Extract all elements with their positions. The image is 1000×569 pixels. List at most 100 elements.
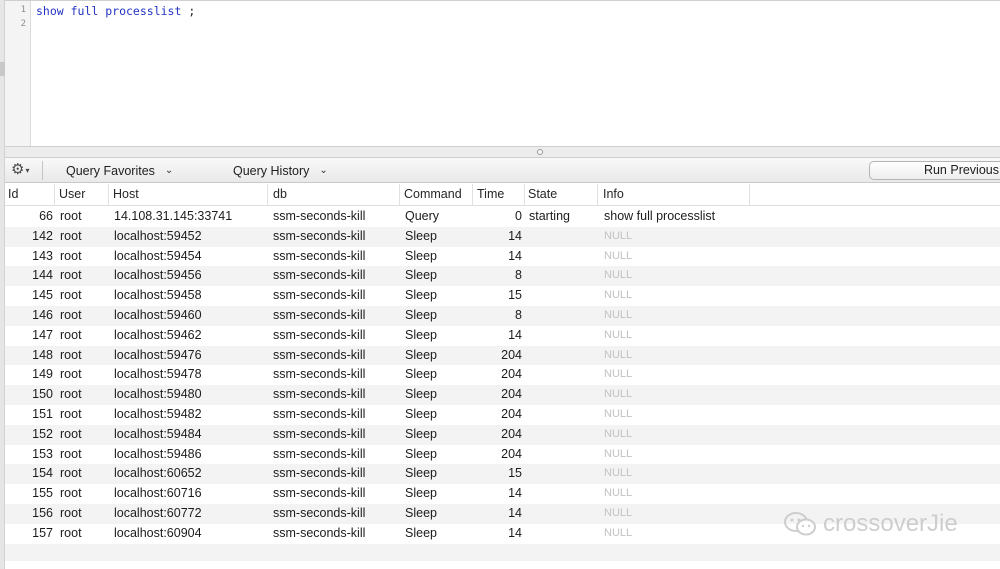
cell-db[interactable]: ssm-seconds-kill [273, 247, 397, 267]
cell-host[interactable]: localhost:59452 [114, 227, 264, 247]
cell-user[interactable]: root [60, 425, 106, 445]
cell-info[interactable]: NULL [604, 484, 750, 504]
table-row[interactable]: 150 root localhost:59480 ssm-seconds-kill Sl… [5, 385, 1000, 405]
cell-db[interactable]: ssm-seconds-kill [273, 286, 397, 306]
cell-time[interactable]: 14 [475, 524, 522, 544]
table-row[interactable]: 149 root localhost:59478 ssm-seconds-kill Sl… [5, 365, 1000, 385]
column-header-db[interactable]: db [273, 187, 287, 201]
cell-host[interactable]: 14.108.31.145:33741 [114, 207, 264, 227]
cell-command[interactable]: Sleep [405, 346, 471, 366]
cell-info[interactable]: NULL [604, 227, 750, 247]
cell-time[interactable]: 204 [475, 385, 522, 405]
column-divider[interactable] [54, 184, 55, 206]
cell-db[interactable]: ssm-seconds-kill [273, 405, 397, 425]
cell-time[interactable]: 14 [475, 484, 522, 504]
cell-time[interactable]: 204 [475, 445, 522, 465]
table-row[interactable]: 147 root localhost:59462 ssm-seconds-kill Sl… [5, 326, 1000, 346]
cell-info[interactable]: NULL [604, 346, 750, 366]
cell-host[interactable]: localhost:59486 [114, 445, 264, 465]
cell-id[interactable]: 143 [5, 247, 53, 267]
cell-host[interactable]: localhost:59482 [114, 405, 264, 425]
split-view-handle[interactable] [5, 146, 1000, 158]
column-divider[interactable] [399, 184, 400, 206]
code-area[interactable]: show full processlist ; [36, 1, 1000, 147]
cell-user[interactable]: root [60, 524, 106, 544]
table-row[interactable]: 153 root localhost:59486 ssm-seconds-kill Sl… [5, 445, 1000, 465]
cell-info[interactable]: NULL [604, 306, 750, 326]
cell-command[interactable]: Query [405, 207, 471, 227]
cell-info[interactable]: NULL [604, 405, 750, 425]
cell-command[interactable]: Sleep [405, 247, 471, 267]
cell-user[interactable]: root [60, 326, 106, 346]
cell-id[interactable]: 144 [5, 266, 53, 286]
cell-time[interactable]: 204 [475, 405, 522, 425]
cell-id[interactable]: 148 [5, 346, 53, 366]
cell-command[interactable]: Sleep [405, 425, 471, 445]
cell-db[interactable]: ssm-seconds-kill [273, 266, 397, 286]
cell-id[interactable]: 153 [5, 445, 53, 465]
cell-db[interactable]: ssm-seconds-kill [273, 504, 397, 524]
cell-id[interactable]: 146 [5, 306, 53, 326]
cell-info[interactable]: NULL [604, 464, 750, 484]
cell-command[interactable]: Sleep [405, 326, 471, 346]
table-row[interactable]: 145 root localhost:59458 ssm-seconds-kill Sl… [5, 286, 1000, 306]
cell-id[interactable]: 156 [5, 504, 53, 524]
cell-user[interactable]: root [60, 227, 106, 247]
cell-info[interactable]: NULL [604, 365, 750, 385]
cell-id[interactable]: 155 [5, 484, 53, 504]
cell-id[interactable]: 66 [5, 207, 53, 227]
cell-user[interactable]: root [60, 484, 106, 504]
cell-user[interactable]: root [60, 464, 106, 484]
table-row[interactable]: 142 root localhost:59452 ssm-seconds-kill Sl… [5, 226, 1000, 247]
cell-host[interactable]: localhost:59462 [114, 326, 264, 346]
cell-time[interactable]: 14 [475, 326, 522, 346]
cell-command[interactable]: Sleep [405, 385, 471, 405]
cell-db[interactable]: ssm-seconds-kill [273, 385, 397, 405]
cell-id[interactable]: 154 [5, 464, 53, 484]
column-divider[interactable] [108, 184, 109, 206]
cell-host[interactable]: localhost:59460 [114, 306, 264, 326]
cell-id[interactable]: 157 [5, 524, 53, 544]
cell-host[interactable]: localhost:60652 [114, 464, 264, 484]
cell-db[interactable]: ssm-seconds-kill [273, 346, 397, 366]
cell-command[interactable]: Sleep [405, 405, 471, 425]
table-row[interactable]: 66 root 14.108.31.145:33741 ssm-seconds-kil… [5, 207, 1000, 227]
cell-command[interactable]: Sleep [405, 445, 471, 465]
column-header-user[interactable]: User [59, 187, 85, 201]
cell-host[interactable]: localhost:59454 [114, 247, 264, 267]
cell-command[interactable]: Sleep [405, 266, 471, 286]
cell-command[interactable]: Sleep [405, 286, 471, 306]
cell-command[interactable]: Sleep [405, 306, 471, 326]
cell-user[interactable]: root [60, 445, 106, 465]
cell-info[interactable]: NULL [604, 266, 750, 286]
cell-host[interactable]: localhost:59458 [114, 286, 264, 306]
cell-id[interactable]: 150 [5, 385, 53, 405]
cell-host[interactable]: localhost:59480 [114, 385, 264, 405]
cell-host[interactable]: localhost:60772 [114, 504, 264, 524]
cell-id[interactable]: 149 [5, 365, 53, 385]
table-row[interactable]: 152 root localhost:59484 ssm-seconds-kill Sl… [5, 424, 1000, 445]
table-row[interactable]: 146 root localhost:59460 ssm-seconds-kill Sl… [5, 305, 1000, 326]
cell-info[interactable]: NULL [604, 504, 750, 524]
cell-host[interactable]: localhost:59456 [114, 266, 264, 286]
column-header-command[interactable]: Command [404, 187, 462, 201]
cell-db[interactable]: ssm-seconds-kill [273, 445, 397, 465]
gear-menu-button[interactable]: ⚙ ▾ [11, 162, 29, 178]
table-row[interactable]: 143 root localhost:59454 ssm-seconds-kill Sl… [5, 247, 1000, 267]
cell-id[interactable]: 152 [5, 425, 53, 445]
cell-info[interactable]: NULL [604, 247, 750, 267]
query-editor[interactable]: 1 2 show full processlist ; [5, 0, 1000, 147]
cell-time[interactable]: 14 [475, 504, 522, 524]
run-previous-button[interactable]: Run Previous [869, 161, 1000, 180]
cell-user[interactable]: root [60, 247, 106, 267]
column-header-host[interactable]: Host [113, 187, 139, 201]
column-header-state[interactable]: State [528, 187, 557, 201]
cell-user[interactable]: root [60, 504, 106, 524]
cell-host[interactable]: localhost:60904 [114, 524, 264, 544]
column-divider[interactable] [597, 184, 598, 206]
cell-db[interactable]: ssm-seconds-kill [273, 484, 397, 504]
cell-command[interactable]: Sleep [405, 365, 471, 385]
cell-time[interactable]: 14 [475, 247, 522, 267]
cell-time[interactable]: 204 [475, 346, 522, 366]
cell-db[interactable]: ssm-seconds-kill [273, 425, 397, 445]
